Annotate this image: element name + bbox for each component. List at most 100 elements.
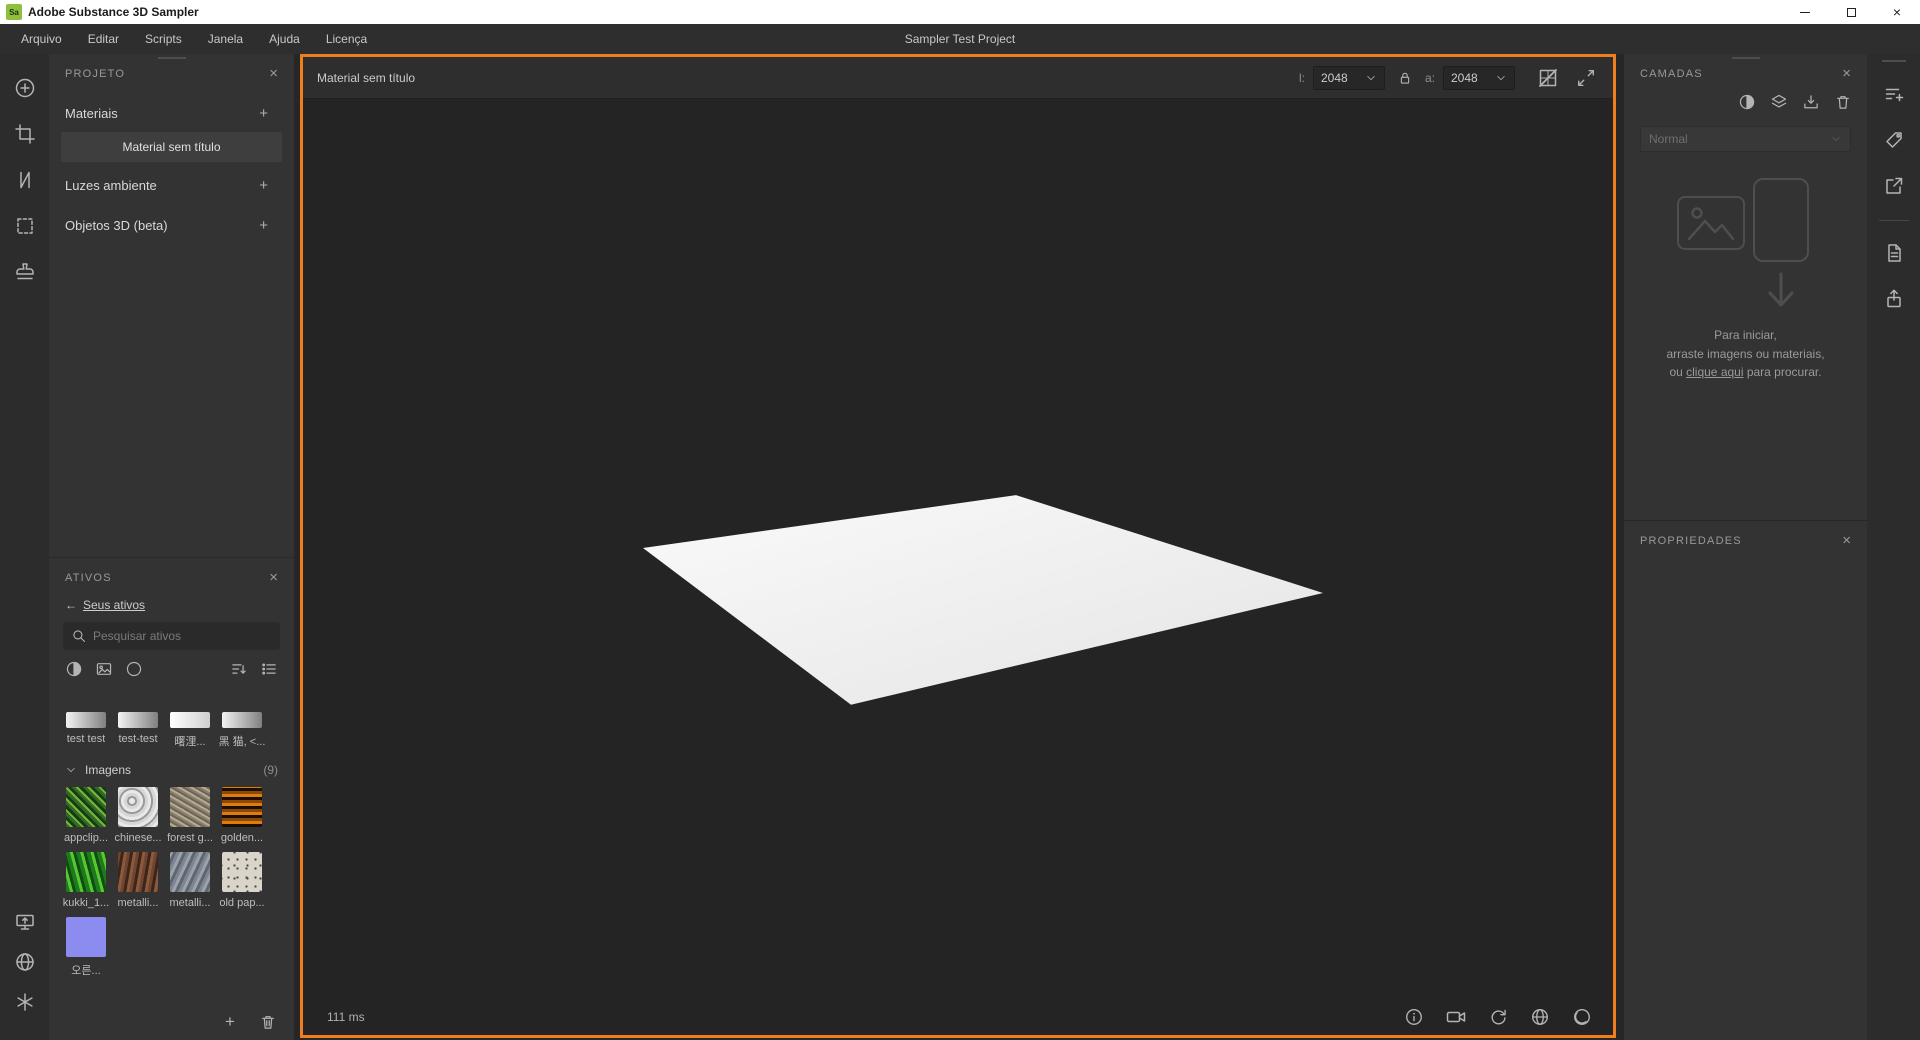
- texture-preview-toggle-icon[interactable]: [1535, 65, 1561, 91]
- browse-link[interactable]: clique aqui: [1686, 365, 1743, 379]
- propriedades-title: PROPRIEDADES: [1640, 535, 1742, 547]
- minimize-button[interactable]: [1782, 0, 1828, 24]
- menu-scripts[interactable]: Scripts: [132, 24, 195, 54]
- menu-ajuda[interactable]: Ajuda: [256, 24, 313, 54]
- width-select[interactable]: 2048: [1312, 65, 1385, 90]
- menu-editar[interactable]: Editar: [75, 24, 132, 54]
- globe-icon[interactable]: [1529, 1006, 1551, 1028]
- effect-layer-icon[interactable]: [1769, 92, 1789, 112]
- import-layer-icon[interactable]: [1801, 92, 1821, 112]
- filter-layer-icon[interactable]: [1737, 92, 1757, 112]
- add-material-icon[interactable]: +: [259, 105, 268, 122]
- back-seus-ativos-link[interactable]: ← Seus ativos: [49, 594, 294, 612]
- projeto-title: PROJETO: [65, 68, 126, 80]
- list-view-icon[interactable]: [260, 660, 278, 678]
- clone-stamp-icon[interactable]: [11, 258, 39, 286]
- add-asset-icon[interactable]: [11, 74, 39, 102]
- viewport-canvas[interactable]: 111 ms: [303, 99, 1613, 1035]
- asset-item[interactable]: appclip...: [61, 787, 111, 844]
- asset-thumbnail[interactable]: [222, 852, 262, 892]
- asset-thumbnail[interactable]: [170, 787, 210, 827]
- notes-icon[interactable]: [1880, 239, 1908, 267]
- asset-label: appclip...: [63, 832, 109, 844]
- drop-zone-line1: Para iniciar,: [1714, 328, 1777, 342]
- export-frame-icon[interactable]: [1880, 172, 1908, 200]
- add-asset-button[interactable]: +: [220, 1012, 240, 1032]
- menu-janela[interactable]: Janela: [195, 24, 256, 54]
- crop-icon[interactable]: [11, 120, 39, 148]
- asset-thumbnail[interactable]: [66, 787, 106, 827]
- asset-thumbnail[interactable]: [222, 787, 262, 827]
- add-luz-icon[interactable]: +: [259, 177, 268, 194]
- group-objetos3d[interactable]: Objetos 3D (beta) +: [49, 208, 294, 242]
- plugins-icon[interactable]: [11, 988, 39, 1016]
- asset-item[interactable]: old pap...: [217, 852, 267, 909]
- camera-icon[interactable]: [1445, 1006, 1467, 1028]
- group-luzes[interactable]: Luzes ambiente +: [49, 168, 294, 202]
- add-objeto-icon[interactable]: +: [259, 217, 268, 234]
- propriedades-close-icon[interactable]: ×: [1842, 533, 1851, 548]
- height-select[interactable]: 2048: [1443, 65, 1515, 90]
- asset-item[interactable]: 오른...: [61, 917, 111, 978]
- camadas-close-icon[interactable]: ×: [1842, 66, 1851, 81]
- ativos-panel: ATIVOS × ← Seus ativos Pesquisar ativos …: [49, 557, 294, 1040]
- asset-item[interactable]: metalli...: [165, 852, 215, 909]
- ativos-close-icon[interactable]: ×: [269, 570, 278, 585]
- materials-filter-icon[interactable]: [65, 660, 83, 678]
- delete-asset-icon[interactable]: [258, 1012, 278, 1032]
- viewport[interactable]: Material sem título l: 2048 a: 2048 111 …: [300, 54, 1616, 1038]
- drop-zone-prefix: ou: [1669, 365, 1687, 380]
- material-item[interactable]: Material sem título: [61, 132, 282, 162]
- close-button[interactable]: ×: [1874, 0, 1920, 24]
- fullscreen-icon[interactable]: [1573, 65, 1599, 91]
- height-value: 2048: [1451, 70, 1478, 85]
- chevron-down-icon: [1495, 72, 1507, 84]
- blend-mode-select[interactable]: Normal: [1640, 126, 1851, 152]
- projeto-close-icon[interactable]: ×: [269, 66, 278, 81]
- rotate-view-icon[interactable]: [1487, 1006, 1509, 1028]
- info-icon[interactable]: [1403, 1006, 1425, 1028]
- lock-ratio-icon[interactable]: [1393, 66, 1417, 90]
- imagens-section-header[interactable]: Imagens (9): [49, 757, 294, 779]
- asset-item[interactable]: forest g...: [165, 787, 215, 844]
- asset-thumbnail[interactable]: [118, 852, 158, 892]
- search-input[interactable]: [93, 629, 272, 643]
- material-plane[interactable]: [303, 99, 1613, 1035]
- adjustments-icon[interactable]: [1880, 80, 1908, 108]
- maximize-button[interactable]: [1828, 0, 1874, 24]
- asset-item[interactable]: kukki_1...: [61, 852, 111, 909]
- height-label: a:: [1424, 70, 1435, 85]
- asset-thumbnail[interactable]: [66, 712, 106, 728]
- asset-thumbnail[interactable]: [118, 712, 158, 728]
- toolbar-drag-handle[interactable]: [1881, 60, 1906, 62]
- asset-thumbnail[interactable]: [170, 852, 210, 892]
- asset-item[interactable]: test test: [61, 688, 111, 749]
- menu-licenca[interactable]: Licença: [313, 24, 380, 54]
- asset-thumbnail[interactable]: [170, 712, 210, 728]
- asset-thumbnail[interactable]: [118, 787, 158, 827]
- asset-item[interactable]: golden...: [217, 787, 267, 844]
- asset-item[interactable]: 曙浬...: [165, 688, 215, 749]
- web-icon[interactable]: [11, 948, 39, 976]
- images-filter-icon[interactable]: [95, 660, 113, 678]
- straighten-icon[interactable]: [11, 166, 39, 194]
- delete-layer-icon[interactable]: [1833, 92, 1853, 112]
- screen-share-icon[interactable]: [11, 908, 39, 936]
- drop-zone-graphic[interactable]: [1671, 178, 1821, 307]
- environment-sphere-icon[interactable]: [1571, 1006, 1593, 1028]
- asset-item[interactable]: 黑 猫, <...: [217, 688, 267, 749]
- tiling-icon[interactable]: [11, 212, 39, 240]
- tag-icon[interactable]: [1880, 126, 1908, 154]
- asset-thumbnail[interactable]: [222, 712, 262, 728]
- asset-item[interactable]: metalli...: [113, 852, 163, 909]
- menu-arquivo[interactable]: Arquivo: [8, 24, 75, 54]
- environments-filter-icon[interactable]: [125, 660, 143, 678]
- window-titlebar: Sa Adobe Substance 3D Sampler ×: [0, 0, 1920, 24]
- share-export-icon[interactable]: [1880, 285, 1908, 313]
- asset-item[interactable]: chinese...: [113, 787, 163, 844]
- asset-thumbnail[interactable]: [66, 852, 106, 892]
- asset-thumbnail[interactable]: [66, 917, 106, 957]
- asset-item[interactable]: test-test: [113, 688, 163, 749]
- group-materiais[interactable]: Materiais +: [49, 96, 294, 130]
- sort-icon[interactable]: [230, 660, 248, 678]
